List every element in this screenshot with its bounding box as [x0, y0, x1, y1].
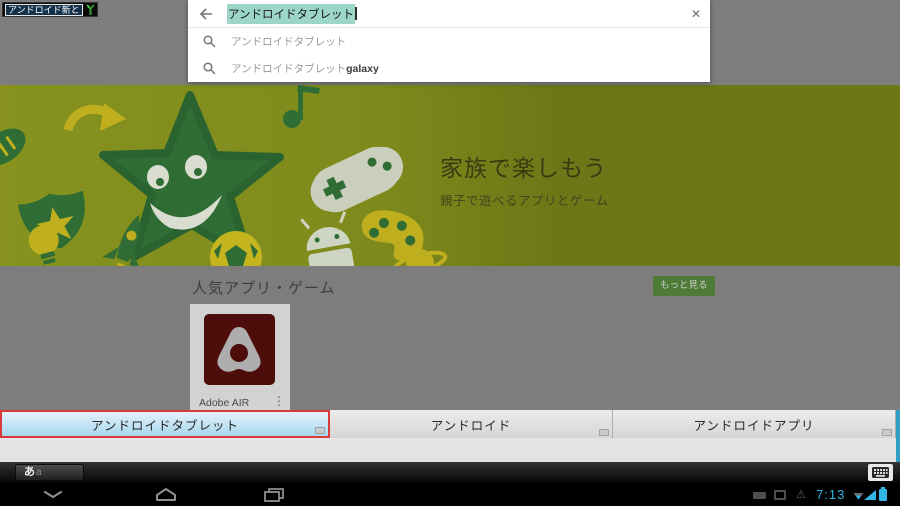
search-icon — [203, 62, 216, 75]
candidate-source-icon — [315, 427, 325, 434]
search-suggestion-row[interactable]: アンドロイドタブレット — [188, 28, 710, 55]
home-button[interactable] — [144, 483, 188, 506]
system-navigation-bar: ⚠ 7:13 — [0, 483, 900, 506]
music-note-icon — [283, 85, 320, 128]
football-icon — [0, 128, 26, 166]
show-keyboard-button[interactable] — [868, 464, 893, 481]
search-input[interactable]: アンドロイドタブレット — [227, 3, 358, 24]
recent-apps-button[interactable] — [252, 483, 296, 506]
ime-sprout-icon[interactable] — [86, 4, 95, 15]
ime-composition-window: アンドロイド新と — [2, 2, 98, 17]
recents-icon — [264, 487, 284, 502]
candidate-selected[interactable]: アンドロイドタブレット — [0, 410, 330, 438]
banner-title: 家族で楽しもう — [440, 155, 608, 181]
ime-mode-kana-label: あ — [24, 466, 35, 478]
ime-mode-alpha-label: a — [36, 466, 42, 478]
banner-subtitle: 親子で遊べるアプリとゲーム — [440, 194, 609, 208]
keyboard-icon — [872, 467, 889, 478]
warning-icon: ⚠ — [796, 489, 806, 501]
ime-bottom-bar: あ a — [0, 462, 900, 483]
search-suggestion-row[interactable]: アンドロイドタブレット galaxy — [188, 55, 710, 82]
text-cursor — [355, 7, 358, 20]
banner-illustration — [0, 85, 448, 266]
chevron-down-icon — [43, 490, 63, 499]
candidate[interactable]: アンドロイドアプリ — [613, 410, 896, 438]
candidate-text: アンドロイドアプリ — [693, 418, 815, 433]
signal-strength-icon — [864, 490, 876, 500]
search-overlay: アンドロイドタブレット ✕ アンドロイドタブレット アンドロイドタブレット gal… — [188, 0, 710, 82]
suggestion-suffix: galaxy — [346, 62, 379, 75]
wifi-icon — [853, 493, 864, 500]
ime-candidate-bar: アンドロイドタブレット アンドロイド アンドロイドアプリ — [0, 410, 896, 438]
candidate-text: アンドロイド — [430, 418, 512, 433]
candidate-scrollbar[interactable] — [896, 410, 900, 462]
banner-text-block: 家族で楽しもう 親子で遊べるアプリとゲーム — [440, 149, 609, 209]
screenshot-notification-icon — [774, 490, 786, 500]
ime-candidate-extra-area — [0, 438, 896, 462]
android-robot-icon — [300, 211, 356, 266]
suggestion-text: アンドロイドタブレット — [231, 63, 347, 75]
suggestion-text: アンドロイドタブレット — [231, 36, 347, 48]
ime-mode-button[interactable]: あ a — [15, 464, 84, 481]
close-icon[interactable]: ✕ — [691, 7, 701, 21]
adobe-air-logo — [217, 327, 261, 372]
candidate-source-icon — [599, 429, 609, 436]
search-icon — [203, 35, 216, 48]
app-name: Adobe AIR — [199, 397, 250, 409]
status-clock[interactable]: 7:13 — [816, 487, 845, 502]
family-banner[interactable]: 家族で楽しもう 親子で遊べるアプリとゲーム — [0, 85, 900, 266]
game-controller-icon — [310, 146, 404, 213]
battery-icon — [879, 489, 887, 501]
overflow-menu-icon[interactable]: ⋮ — [273, 394, 285, 408]
arrow-icon — [63, 103, 126, 132]
candidate-text: アンドロイドタブレット — [90, 418, 239, 433]
adobe-air-app-icon[interactable] — [204, 314, 275, 385]
app-card-adobe-air[interactable]: Adobe AIR ⋮ — [190, 304, 290, 410]
more-button[interactable]: もっと見る — [653, 276, 715, 296]
candidate-source-icon — [882, 429, 892, 436]
search-bar: アンドロイドタブレット ✕ — [188, 0, 710, 28]
keyboard-notification-icon — [753, 492, 766, 499]
search-query-text: アンドロイドタブレット — [227, 3, 356, 24]
section-title: 人気アプリ・ゲーム — [192, 280, 336, 297]
candidate[interactable]: アンドロイド — [330, 410, 613, 438]
hide-keyboard-back-button[interactable] — [31, 483, 75, 506]
back-arrow-icon[interactable] — [199, 7, 213, 20]
home-icon — [156, 488, 176, 501]
android-tablet-screen: 家族で楽しもう 親子で遊べるアプリとゲーム 人気アプリ・ゲーム もっと見る Ad… — [0, 0, 900, 506]
ime-composition-text: アンドロイド新と — [5, 3, 83, 16]
